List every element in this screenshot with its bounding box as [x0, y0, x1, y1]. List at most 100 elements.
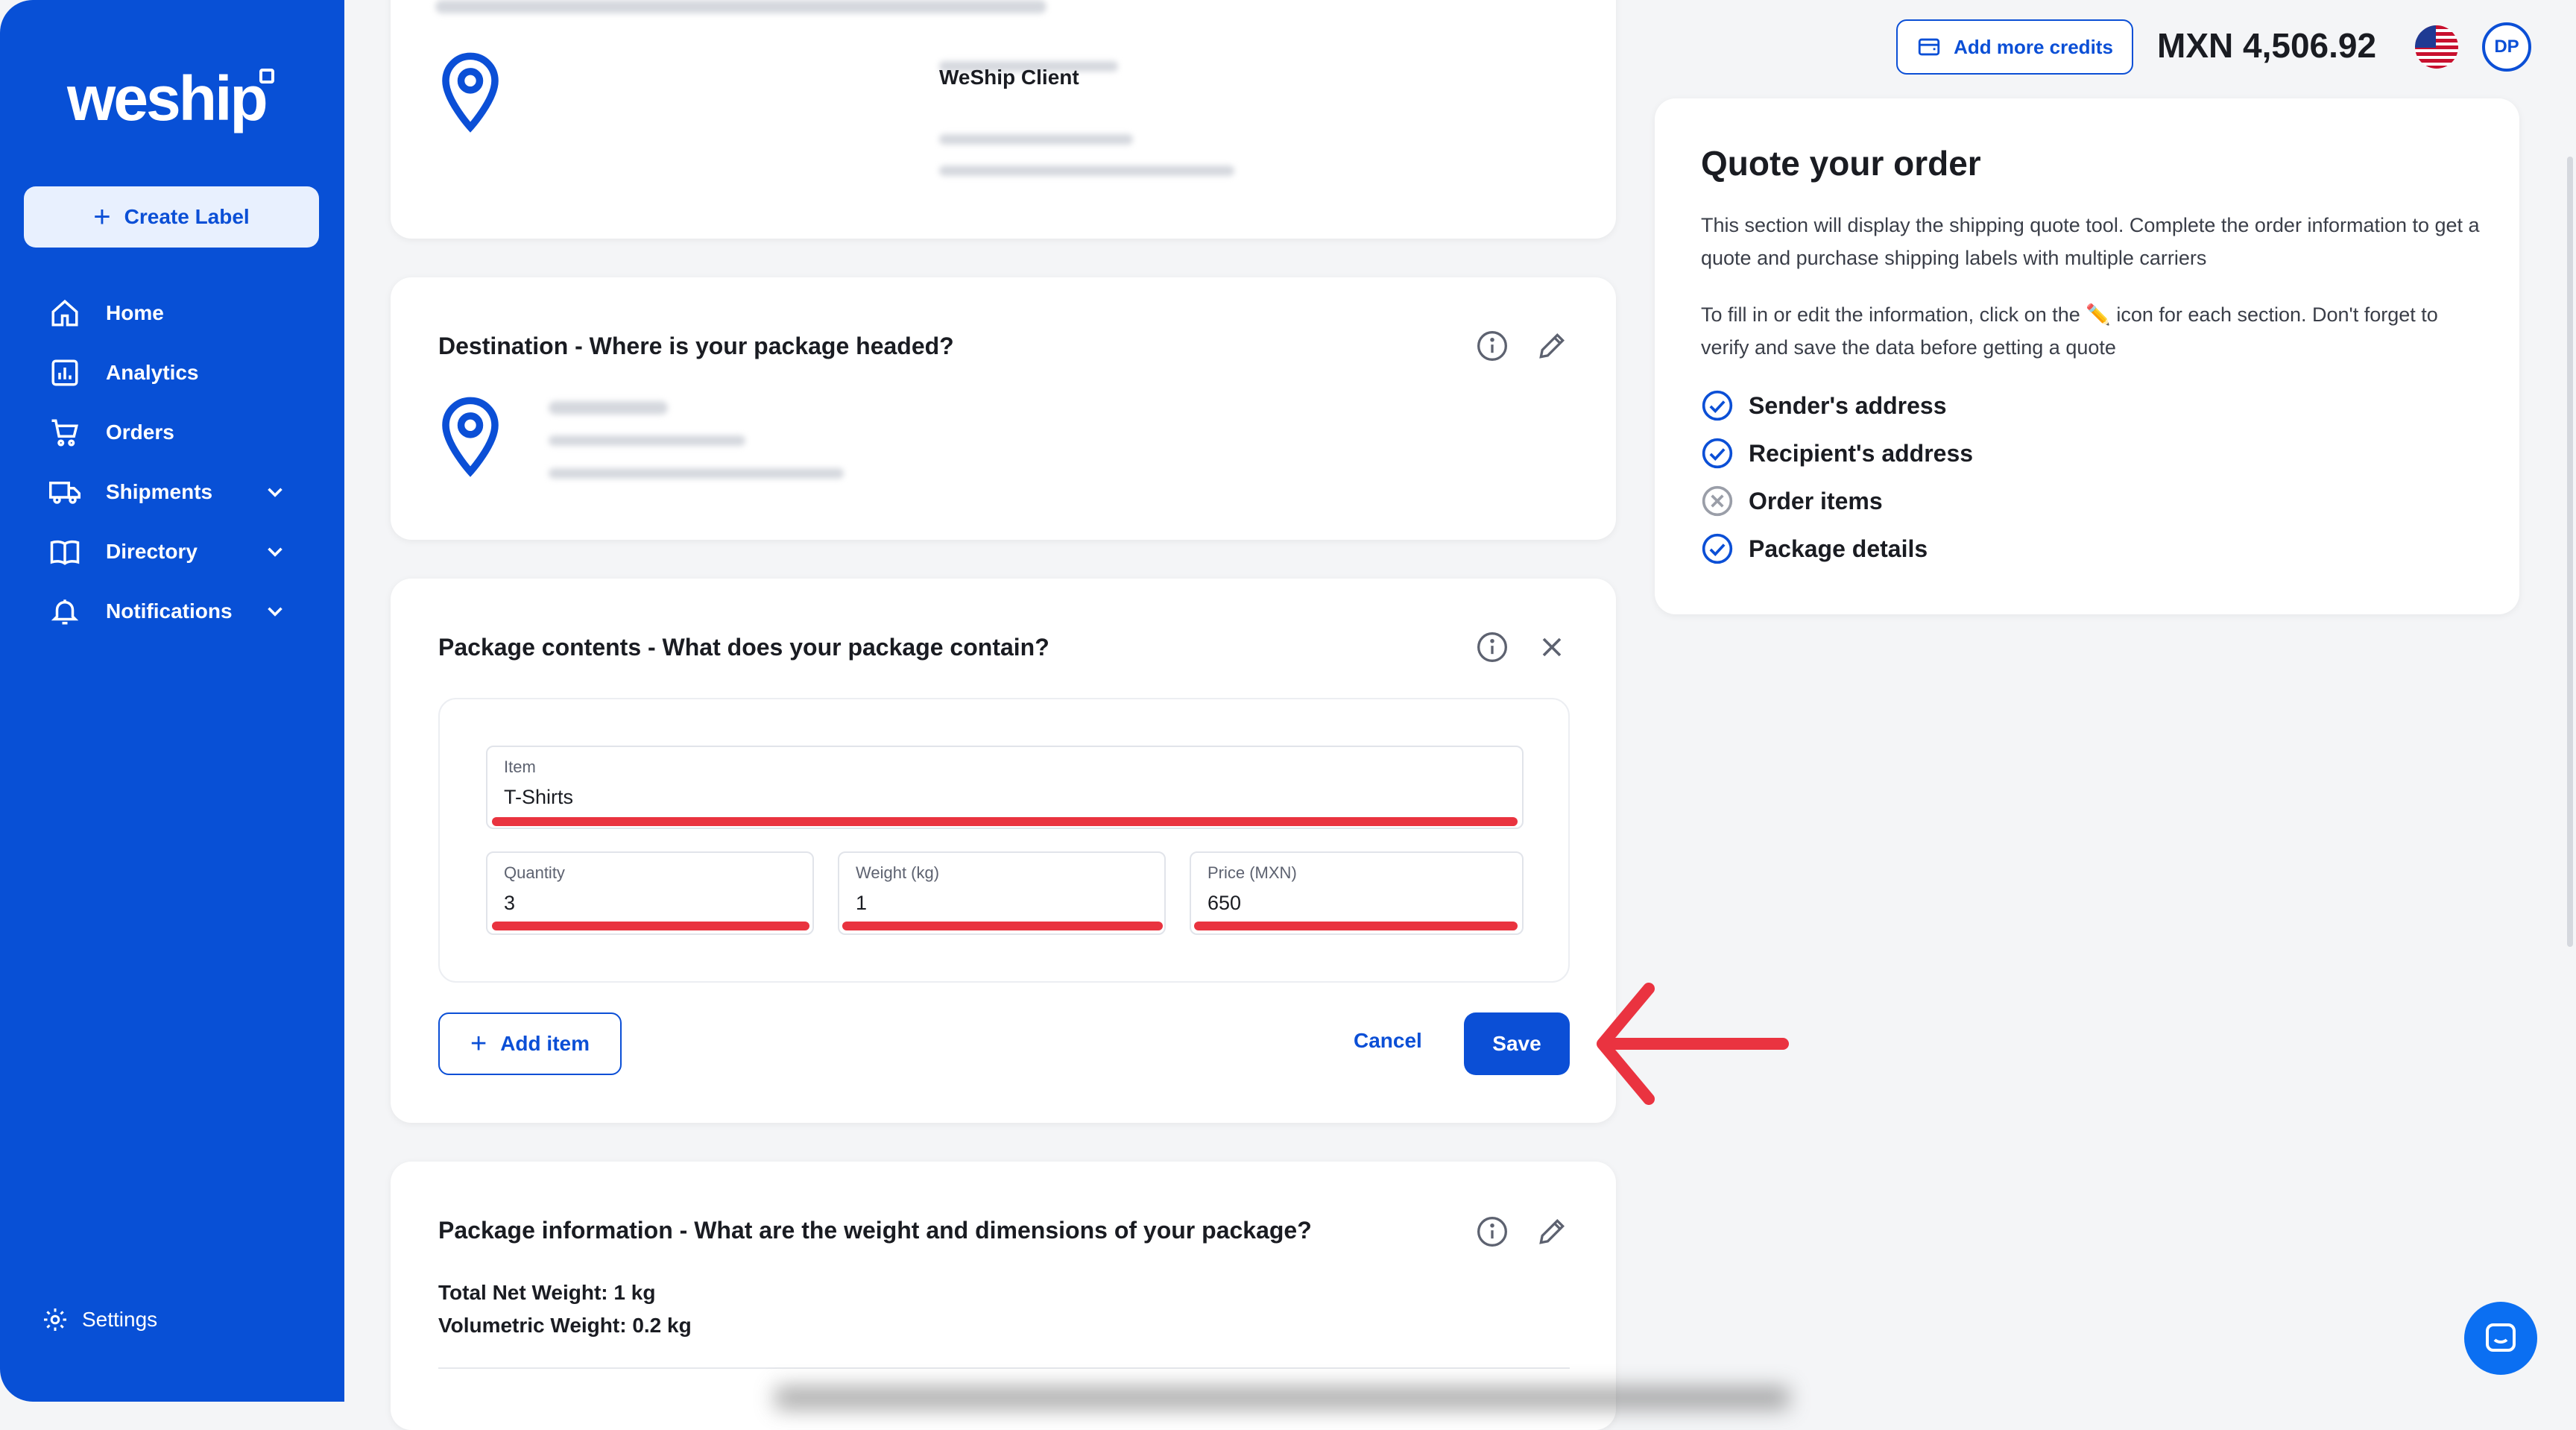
create-label-button[interactable]: + Create Label — [24, 186, 319, 248]
weight-label: Weight (kg) — [856, 863, 940, 882]
net-weight-text: Total Net Weight: 1 kg — [438, 1281, 656, 1304]
chevron-down-icon — [268, 488, 282, 497]
highlight-underline — [1194, 922, 1518, 930]
add-credits-text: Add more credits — [1954, 35, 2113, 58]
sidebar-item-analytics[interactable]: Analytics — [0, 343, 344, 403]
check-circle-icon — [1702, 438, 1733, 469]
sidebar-item-notifications[interactable]: Notifications — [0, 582, 344, 641]
checklist-senders-address: Sender's address — [1701, 389, 1947, 422]
origin-card: WeShip Client — [391, 0, 1616, 239]
pencil-icon[interactable] — [1535, 1215, 1568, 1248]
home-icon — [51, 299, 78, 327]
us-flag-icon[interactable] — [2415, 25, 2458, 69]
chat-icon — [2486, 1323, 2516, 1352]
save-button[interactable]: Save — [1464, 1012, 1570, 1075]
divider — [438, 1367, 1570, 1369]
location-pin-icon — [442, 397, 499, 477]
add-credits-button[interactable]: Add more credits — [1896, 19, 2133, 75]
sidebar-item-directory[interactable]: Directory — [0, 522, 344, 582]
highlight-underline — [842, 922, 1163, 930]
checklist-label: Sender's address — [1749, 391, 1947, 419]
chat-launcher-button[interactable] — [2464, 1302, 2537, 1375]
sidebar-item-orders[interactable]: Orders — [0, 403, 344, 462]
logo[interactable]: weship — [67, 63, 268, 135]
sidebar-nav: Home Analytics Orders Shipments Director… — [0, 283, 344, 641]
close-icon[interactable] — [1535, 631, 1568, 664]
arrow-annotation-icon — [1597, 983, 1789, 1105]
blurred-text — [549, 435, 745, 446]
analytics-icon — [51, 359, 78, 386]
sidebar-item-label: Notifications — [106, 599, 233, 623]
book-icon — [50, 540, 80, 565]
quote-panel: Quote your order This section will displ… — [1655, 98, 2519, 614]
package-contents-card: Package contents - What does your packag… — [391, 579, 1616, 1123]
truck-icon — [49, 482, 80, 504]
checklist-label: Order items — [1749, 487, 1883, 514]
quote-title: Quote your order — [1701, 144, 1981, 183]
quote-description: This section will display the shipping q… — [1701, 214, 2480, 269]
volumetric-weight-text: Volumetric Weight: 0.2 kg — [438, 1314, 692, 1337]
info-icon[interactable] — [1476, 330, 1509, 362]
checklist-order-items: Order items — [1701, 485, 1883, 517]
blurred-text — [549, 468, 844, 479]
sidebar-item-label: Directory — [106, 540, 198, 563]
checklist-recipients-address: Recipient's address — [1701, 437, 1973, 470]
quantity-value: 3 — [504, 892, 516, 914]
sidebar-item-home[interactable]: Home — [0, 283, 344, 343]
chevron-down-icon — [268, 607, 282, 617]
blurred-text — [549, 401, 668, 415]
avatar[interactable]: DP — [2482, 22, 2531, 72]
logo-mark — [259, 69, 274, 84]
price-label: Price (MXN) — [1208, 863, 1297, 882]
settings-label: Settings — [82, 1308, 158, 1331]
weight-value: 1 — [856, 892, 868, 914]
x-circle-icon — [1702, 485, 1733, 517]
package-info-title: Package information - What are the weigh… — [438, 1217, 1312, 1244]
cancel-button[interactable]: Cancel — [1354, 1029, 1422, 1053]
quote-instructions: To fill in or edit the information, clic… — [1701, 303, 2438, 359]
wallet-icon — [1918, 38, 1940, 56]
sidebar-item-label: Analytics — [106, 361, 199, 384]
plus-icon: + — [470, 1027, 487, 1059]
checklist-package-details: Package details — [1701, 532, 1928, 565]
sidebar-item-settings[interactable]: Settings — [42, 1306, 157, 1333]
origin-client-name: WeShip Client — [939, 66, 1079, 89]
sidebar-item-label: Orders — [106, 421, 174, 444]
destination-title: Destination - Where is your package head… — [438, 333, 954, 359]
pencil-icon[interactable] — [1535, 330, 1568, 362]
bottom-shadow — [775, 1387, 1789, 1409]
cart-icon — [51, 419, 78, 447]
add-item-button[interactable]: + Add item — [438, 1012, 622, 1075]
add-item-text: Add item — [500, 1032, 590, 1055]
highlight-underline — [492, 817, 1518, 826]
checklist-label: Recipient's address — [1749, 439, 1974, 467]
plus-icon: + — [93, 201, 111, 233]
item-value: T-Shirts — [504, 786, 574, 808]
chevron-down-icon — [268, 547, 282, 557]
sidebar-item-shipments[interactable]: Shipments — [0, 462, 344, 522]
sidebar: weship + Create Label Home Analytics Ord… — [0, 0, 344, 1402]
location-pin-icon — [442, 52, 499, 133]
highlight-underline — [492, 922, 809, 930]
quantity-label: Quantity — [504, 863, 565, 882]
item-label: Item — [504, 757, 536, 776]
scrollbar[interactable] — [2567, 157, 2573, 947]
create-label-text: Create Label — [124, 205, 250, 228]
package-contents-title: Package contents - What does your packag… — [438, 634, 1049, 661]
credit-balance: MXN 4,506.92 — [2157, 26, 2377, 65]
checklist-label: Package details — [1749, 535, 1928, 562]
info-icon[interactable] — [1476, 631, 1509, 664]
flag-graphic — [2415, 25, 2458, 69]
sidebar-item-label: Shipments — [106, 480, 213, 503]
info-icon[interactable] — [1476, 1215, 1509, 1248]
sidebar-item-label: Home — [106, 301, 164, 324]
order-item-form: Item T-Shirts Quantity 3 Weight (kg) 1 P… — [438, 698, 1570, 983]
price-value: 650 — [1208, 892, 1242, 914]
gear-icon — [44, 1308, 66, 1331]
check-circle-icon — [1702, 390, 1733, 421]
destination-card: Destination - Where is your package head… — [391, 277, 1616, 540]
blurred-text — [939, 134, 1133, 145]
blurred-text — [939, 166, 1234, 176]
bell-icon — [51, 599, 79, 625]
blurred-title — [435, 0, 1046, 13]
